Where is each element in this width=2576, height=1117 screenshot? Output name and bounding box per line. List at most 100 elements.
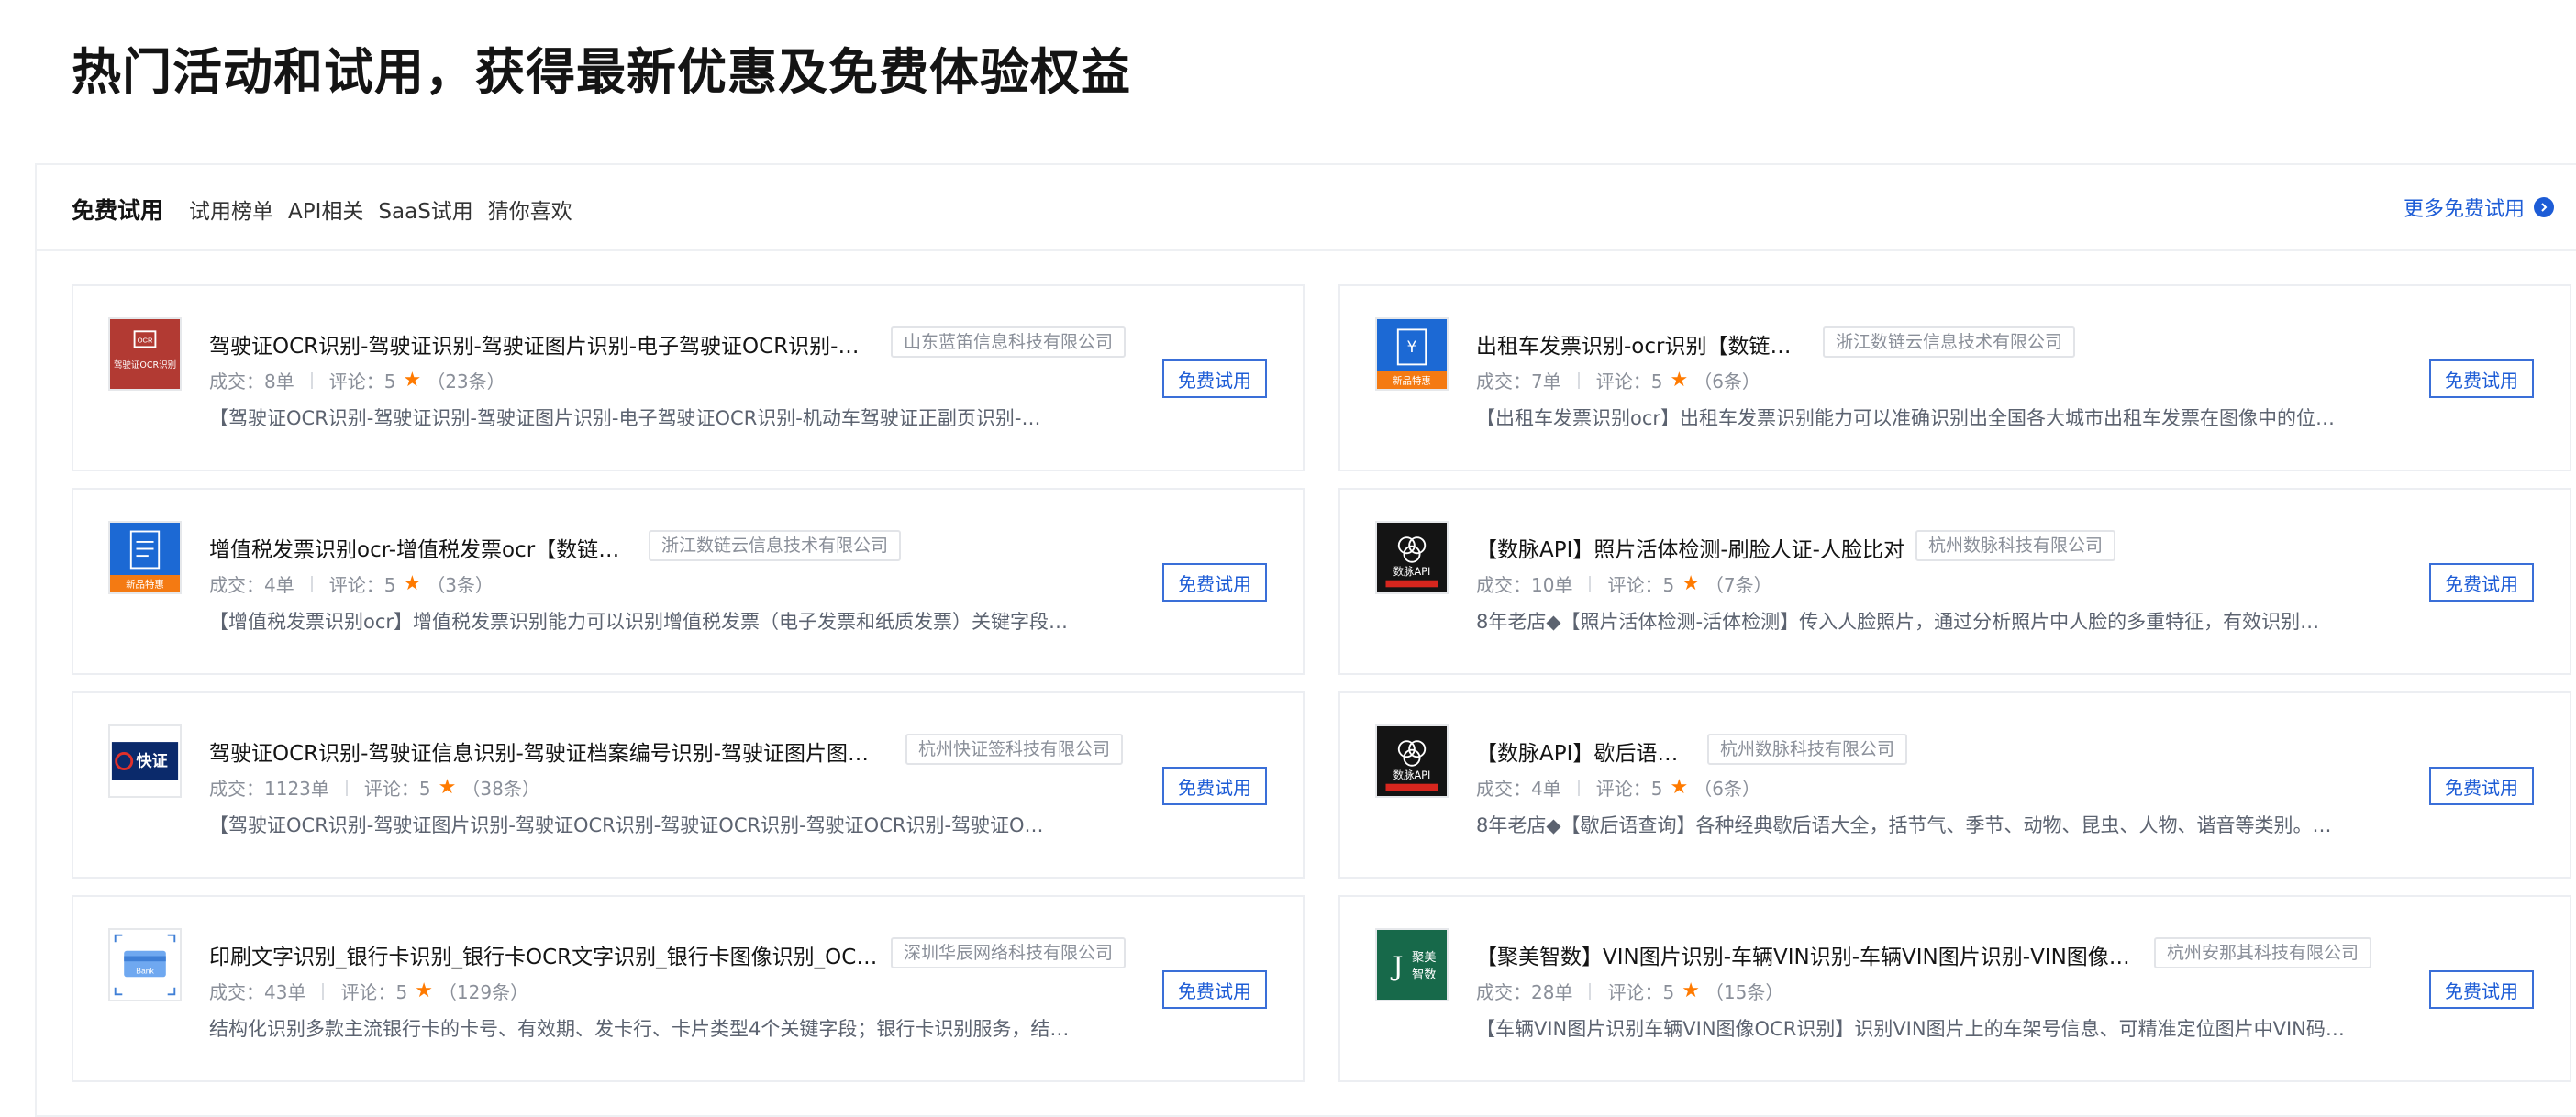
product-card[interactable]: Bank 印刷文字识别_银行卡识别_银行卡OCR文字识别_银行卡图像识别_OCR…: [72, 895, 1305, 1082]
free-trial-button[interactable]: 免费试用: [2429, 767, 2534, 805]
svg-text:¥: ¥: [1407, 338, 1417, 357]
free-trial-button[interactable]: 免费试用: [1162, 767, 1267, 805]
free-trial-button[interactable]: 免费试用: [2429, 563, 2534, 602]
review-count: （6条）: [1693, 778, 1760, 800]
header-tabs: 免费试用 试用榜单 API相关 SaaS试用 猜你喜欢: [72, 193, 587, 226]
more-free-trials-link[interactable]: 更多免费试用: [2404, 193, 2555, 222]
thumb-label: 智数: [1412, 968, 1437, 982]
card-meta: 成交：28单 评论：5 ★ （15条）: [1476, 978, 1783, 1004]
card-title[interactable]: 驾驶证OCR识别-驾驶证识别-驾驶证图片识别-电子驾驶证OCR识别-…: [209, 328, 870, 359]
product-card[interactable]: J 聚美 智数 【聚美智数】VIN图片识别-车辆VIN识别-车辆VIN图片识别-…: [1338, 895, 2571, 1082]
thumb-label: 快证: [137, 752, 168, 771]
free-trial-button[interactable]: 免费试用: [1162, 563, 1267, 602]
card-title[interactable]: 印刷文字识别_银行卡识别_银行卡OCR文字识别_银行卡图像识别_OCR…: [209, 939, 879, 970]
page-title: 热门活动和试用，获得最新优惠及免费体验权益: [72, 43, 1131, 101]
card-description: 8年老店◆【歇后语查询】各种经典歇后语大全，括节气、季节、动物、昆虫、人物、谐音…: [1476, 814, 2332, 836]
card-description: 【增值税发票识别ocr】增值税发票识别能力可以识别增值税发票（电子发票和纸质发票…: [209, 611, 1069, 633]
thumb-label: Bank: [136, 967, 154, 976]
product-card[interactable]: OCR 驾驶证OCR识别 驾驶证OCR识别-驾驶证识别-驾驶证图片识别-电子驾驶…: [72, 284, 1305, 471]
divider: [1589, 982, 1592, 1000]
star-icon: ★: [403, 369, 422, 392]
free-trial-button[interactable]: 免费试用: [1162, 970, 1267, 1009]
card-title[interactable]: 【数脉API】照片活体检测-刷脸人证-人脸比对: [1476, 532, 1907, 563]
review-score: 评论：5: [328, 370, 396, 393]
tab-you-may-like[interactable]: 猜你喜欢: [488, 194, 572, 225]
panel-header: 免费试用 试用榜单 API相关 SaaS试用 猜你喜欢 更多免费试用: [37, 165, 2576, 251]
card-title[interactable]: 【数脉API】歇后语查询: [1476, 735, 1687, 767]
divider: [310, 371, 313, 389]
card-meta: 成交：4单 评论：5 ★ （6条）: [1476, 774, 1760, 801]
deal-count: 成交：8单: [209, 370, 294, 393]
review-score: 评论：5: [328, 574, 396, 596]
free-trial-button[interactable]: 免费试用: [1162, 359, 1267, 398]
card-meta: 成交：1123单 评论：5 ★ （38条）: [209, 774, 540, 801]
shumai-api-logo-icon: 数脉API: [1375, 724, 1449, 798]
card-meta: 成交：10单 评论：5 ★ （7条）: [1476, 570, 1772, 597]
divider: [1577, 371, 1580, 389]
product-card[interactable]: 快证 驾驶证OCR识别-驾驶证信息识别-驾驶证档案编号识别-驾驶证图片图像… 杭…: [72, 691, 1305, 879]
review-score: 评论：5: [363, 778, 431, 800]
free-trial-button[interactable]: 免费试用: [2429, 359, 2534, 398]
review-score: 评论：5: [1607, 981, 1675, 1003]
deal-count: 成交：43单: [209, 981, 306, 1003]
card-description: 【出租车发票识别ocr】出租车发票识别能力可以准确识别出全国各大城市出租车发票在…: [1476, 407, 2336, 429]
bank-card-icon: Bank: [108, 928, 182, 1001]
divider: [322, 982, 325, 1000]
thumb-label: 聚美: [1412, 950, 1437, 965]
star-icon: ★: [415, 979, 433, 1002]
card-description: 8年老店◆【照片活体检测-活体检测】传入人脸照片，通过分析照片中人脸的多重特征，…: [1476, 611, 2320, 633]
review-score: 评论：5: [1595, 370, 1663, 393]
card-description: 【车辆VIN图片识别车辆VIN图像OCR识别】识别VIN图片上的车架号信息、可精…: [1476, 1018, 2345, 1040]
card-title[interactable]: 【聚美智数】VIN图片识别-车辆VIN识别-车辆VIN图片识别-VIN图像OC…: [1476, 939, 2137, 970]
svg-text:OCR: OCR: [138, 337, 153, 345]
card-meta: 成交：8单 评论：5 ★ （23条）: [209, 367, 505, 393]
company-tag: 山东蓝笛信息科技有限公司: [891, 326, 1127, 358]
review-count: （38条）: [461, 778, 540, 800]
thumb-label: 驾驶证OCR识别: [114, 359, 176, 370]
more-free-trials-label: 更多免费试用: [2404, 198, 2526, 221]
card-title[interactable]: 出租车发票识别-ocr识别【数链云】: [1476, 328, 1806, 359]
thumb-label: 数脉API: [1393, 769, 1431, 781]
review-count: （129条）: [438, 981, 529, 1003]
review-score: 评论：5: [340, 981, 408, 1003]
company-tag: 浙江数链云信息技术有限公司: [1823, 326, 2076, 358]
deal-count: 成交：10单: [1476, 574, 1573, 596]
divider: [345, 779, 348, 796]
product-card[interactable]: 新品特惠 增值税发票识别ocr-增值税发票ocr【数链云】 浙江数链云信息技术有…: [72, 488, 1305, 675]
product-card[interactable]: 数脉API 【数脉API】照片活体检测-刷脸人证-人脸比对 杭州数脉科技有限公司…: [1338, 488, 2571, 675]
tab-saas-trial[interactable]: SaaS试用: [378, 194, 472, 225]
star-icon: ★: [1670, 369, 1689, 392]
deal-count: 成交：28单: [1476, 981, 1573, 1003]
deal-count: 成交：4单: [1476, 778, 1561, 800]
review-count: （23条）: [427, 370, 505, 393]
review-count: （7条）: [1704, 574, 1772, 596]
driver-license-ocr-icon: OCR 驾驶证OCR识别: [108, 317, 182, 391]
card-meta: 成交：7单 评论：5 ★ （6条）: [1476, 367, 1760, 393]
thumb-label: 新品特惠: [1393, 374, 1431, 386]
product-card[interactable]: 数脉API 【数脉API】歇后语查询 杭州数脉科技有限公司 成交：4单 评论：5…: [1338, 691, 2571, 879]
card-description: 结构化识别多款主流银行卡的卡号、有效期、发卡行、卡片类型4个关键字段；银行卡识别…: [209, 1018, 1070, 1040]
tab-trial-ranking[interactable]: 试用榜单: [189, 194, 273, 225]
taxi-invoice-icon: ¥ 新品特惠: [1375, 317, 1449, 391]
card-meta: 成交：43单 评论：5 ★ （129条）: [209, 978, 528, 1004]
product-card[interactable]: ¥ 新品特惠 出租车发票识别-ocr识别【数链云】 浙江数链云信息技术有限公司 …: [1338, 284, 2571, 471]
card-title[interactable]: 增值税发票识别ocr-增值税发票ocr【数链云】: [209, 532, 640, 563]
company-tag: 杭州快证签科技有限公司: [905, 734, 1124, 765]
deal-count: 成交：7单: [1476, 370, 1561, 393]
star-icon: ★: [1682, 979, 1700, 1002]
review-score: 评论：5: [1607, 574, 1675, 596]
star-icon: ★: [438, 776, 457, 799]
divider: [310, 575, 313, 592]
card-title[interactable]: 驾驶证OCR识别-驾驶证信息识别-驾驶证档案编号识别-驾驶证图片图像…: [209, 735, 888, 767]
section-title: 免费试用: [72, 197, 164, 224]
shumai-api-logo-icon: 数脉API: [1375, 521, 1449, 594]
kuaizheng-logo-icon: 快证: [108, 724, 182, 798]
review-count: （3条）: [427, 574, 494, 596]
free-trial-button[interactable]: 免费试用: [2429, 970, 2534, 1009]
card-meta: 成交：4单 评论：5 ★ （3条）: [209, 570, 494, 597]
thumb-label: 新品特惠: [126, 578, 164, 590]
review-count: （6条）: [1693, 370, 1760, 393]
company-tag: 深圳华辰网络科技有限公司: [891, 937, 1127, 968]
tab-api[interactable]: API相关: [288, 194, 363, 225]
company-tag: 浙江数链云信息技术有限公司: [649, 530, 902, 561]
